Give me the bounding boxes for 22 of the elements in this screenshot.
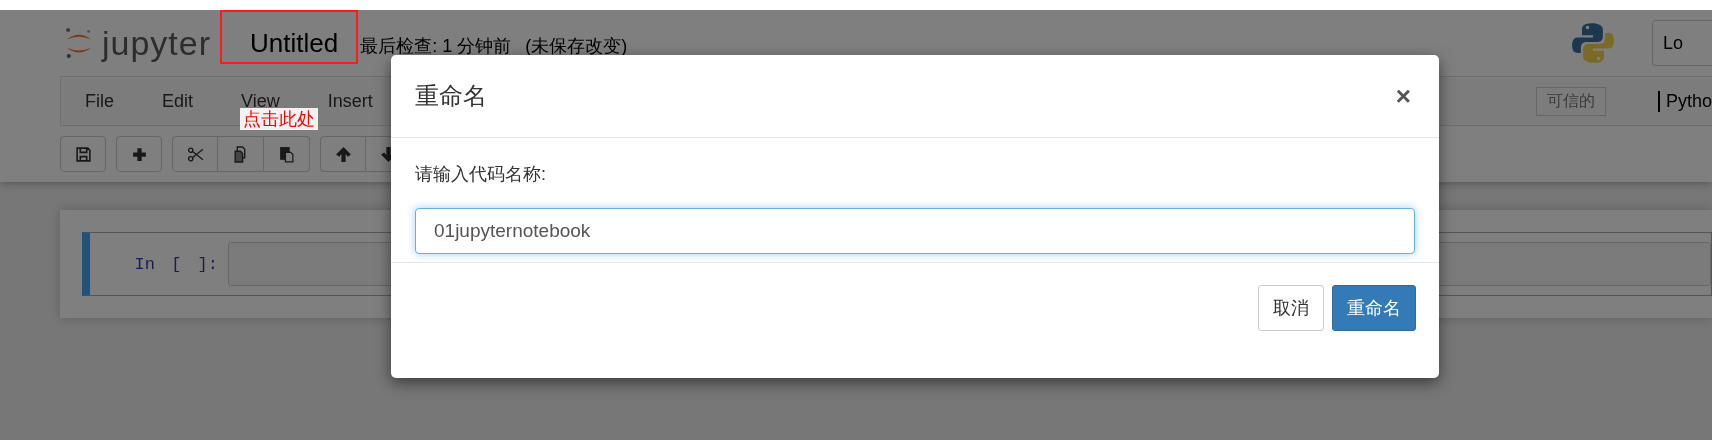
kernel-name: Pytho: [1657, 90, 1712, 112]
checkpoint-status: 最后检查: 1 分钟前: [360, 35, 512, 58]
cancel-button[interactable]: 取消: [1258, 285, 1324, 331]
logo-text: jupyter: [102, 23, 212, 63]
name-input-field[interactable]: 01jupyternotebook: [415, 208, 1415, 254]
logout-button[interactable]: Lo: [1652, 20, 1712, 66]
menu-item[interactable]: File: [61, 90, 138, 112]
dialog-title: 重命名: [415, 81, 487, 111]
close-button[interactable]: ×: [1391, 83, 1415, 109]
save-icon: [74, 145, 92, 163]
notebook-name[interactable]: Untitled: [250, 27, 339, 59]
python-logo-icon: [1571, 21, 1615, 65]
plus-icon: [130, 145, 148, 163]
input-prompt: In [ ]:: [133, 254, 218, 274]
field-label: 请输入代码名称:: [415, 163, 547, 186]
menu-item[interactable]: Edit: [138, 90, 218, 112]
arrow-up-icon: [334, 145, 352, 163]
paste-icon: [278, 145, 295, 163]
annotation-text: 点击此处: [240, 108, 318, 130]
rename-button[interactable]: 重命名: [1332, 285, 1416, 331]
scissors-icon: [186, 145, 204, 163]
trusted-badge[interactable]: 可信的: [1535, 86, 1606, 116]
